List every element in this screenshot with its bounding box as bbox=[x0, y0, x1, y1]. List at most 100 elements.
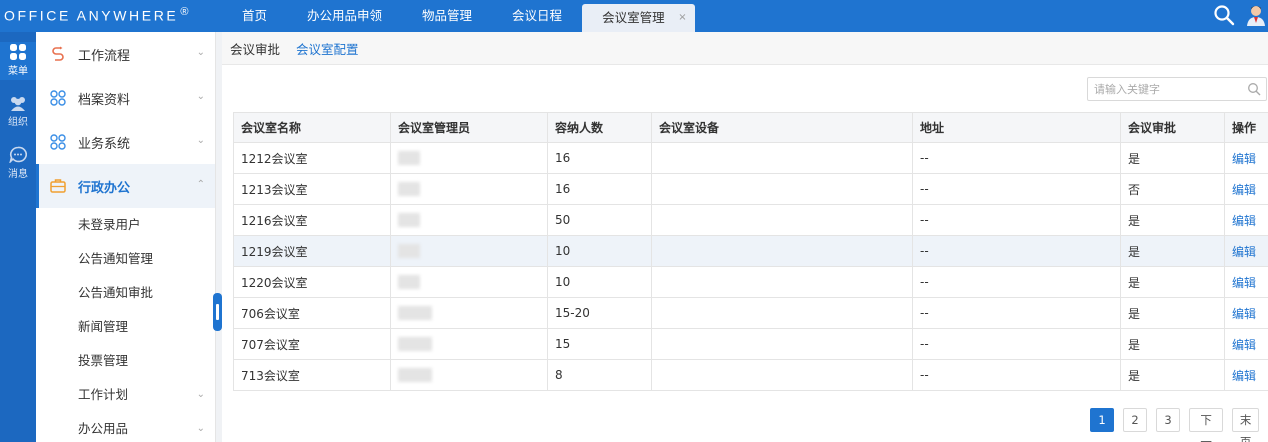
subnav-meeting-room-config[interactable]: 会议室配置 bbox=[296, 39, 359, 58]
table-header-row: 会议室名称 会议室管理员 容纳人数 会议室设备 地址 会议审批 操作 bbox=[233, 112, 1268, 143]
address-cell: -- bbox=[912, 235, 1121, 267]
search-icon[interactable] bbox=[1247, 82, 1261, 96]
edit-link[interactable]: 编辑 bbox=[1232, 183, 1256, 197]
pagination: 1 2 3 下一页 末页 bbox=[1090, 408, 1268, 442]
tab-meeting-room-management[interactable]: 会议室管理 × bbox=[582, 4, 695, 32]
equipment-cell bbox=[651, 328, 913, 360]
approval-cell: 否 bbox=[1120, 173, 1225, 205]
approval-cell: 是 bbox=[1120, 297, 1225, 329]
capacity-cell: 15 bbox=[547, 328, 652, 360]
sidebar-item-label: 行政办公 bbox=[78, 180, 131, 196]
tab-office-supplies-request[interactable]: 办公用品申领 bbox=[287, 0, 402, 32]
redacted-block bbox=[398, 306, 432, 321]
address-cell: -- bbox=[912, 328, 1121, 360]
room-admin-cell bbox=[390, 142, 548, 174]
tab-meeting-schedule[interactable]: 会议日程 bbox=[492, 0, 582, 32]
column-header[interactable]: 地址 bbox=[912, 112, 1121, 143]
room-name-cell: 1216会议室 bbox=[233, 204, 391, 236]
room-name-cell: 1213会议室 bbox=[233, 173, 391, 205]
equipment-cell bbox=[651, 235, 913, 267]
action-cell: 编辑 bbox=[1224, 235, 1268, 267]
edit-link[interactable]: 编辑 bbox=[1232, 338, 1256, 352]
top-tabs: 首页 办公用品申领 物品管理 会议日程 会议室管理 × bbox=[222, 0, 695, 32]
redacted-block bbox=[398, 368, 432, 383]
sidebar-subitem-office-supplies[interactable]: 办公用品 ⌄ bbox=[36, 412, 215, 442]
sidebar-subitem-label: 办公用品 bbox=[78, 421, 129, 436]
chevron-down-icon: ⌄ bbox=[196, 389, 205, 400]
approval-cell: 是 bbox=[1120, 204, 1225, 236]
sidebar-item-administration[interactable]: 行政办公 ⌃ bbox=[36, 164, 215, 208]
column-header[interactable]: 会议室名称 bbox=[233, 112, 391, 143]
edit-link[interactable]: 编辑 bbox=[1232, 152, 1256, 166]
sidebar-subitem-vote-management[interactable]: 投票管理 bbox=[36, 344, 215, 378]
table-row[interactable]: 1213会议室 16 -- 否 编辑 bbox=[233, 173, 1268, 205]
capacity-cell: 10 bbox=[547, 235, 652, 267]
tab-item-management[interactable]: 物品管理 bbox=[402, 0, 492, 32]
close-icon[interactable]: × bbox=[678, 4, 686, 31]
table-row[interactable]: 1220会议室 10 -- 是 编辑 bbox=[233, 266, 1268, 298]
table-row[interactable]: 713会议室 8 -- 是 编辑 bbox=[233, 359, 1268, 391]
page-button-2[interactable]: 2 bbox=[1123, 408, 1147, 432]
sidebar-collapse-handle[interactable] bbox=[213, 293, 222, 331]
grid-icon bbox=[10, 44, 26, 60]
page-button-3[interactable]: 3 bbox=[1156, 408, 1180, 432]
equipment-cell bbox=[651, 297, 913, 329]
column-header[interactable]: 会议审批 bbox=[1120, 112, 1225, 143]
sidebar-item-business-system[interactable]: 业务系统 ⌄ bbox=[36, 120, 215, 164]
last-page-button[interactable]: 末页 bbox=[1232, 408, 1259, 442]
rail-label: 消息 bbox=[8, 169, 28, 180]
edit-link[interactable]: 编辑 bbox=[1232, 307, 1256, 321]
edit-link[interactable]: 编辑 bbox=[1232, 245, 1256, 259]
room-name-cell: 713会议室 bbox=[233, 359, 391, 391]
sidebar-subitem-news-management[interactable]: 新闻管理 bbox=[36, 310, 215, 344]
next-page-button[interactable]: 下一页 bbox=[1189, 408, 1224, 442]
edit-link[interactable]: 编辑 bbox=[1232, 276, 1256, 290]
redacted-block bbox=[398, 151, 420, 166]
main-content: 会议审批 会议室配置 会议室名称 会议室管理员 容纳人数 会议室设备 地址 会议… bbox=[222, 32, 1268, 442]
equipment-cell bbox=[651, 266, 913, 298]
tab-home[interactable]: 首页 bbox=[222, 0, 287, 32]
sidebar-subitem-label: 工作计划 bbox=[78, 387, 129, 402]
search-input[interactable] bbox=[1088, 78, 1238, 100]
people-icon bbox=[11, 97, 25, 111]
equipment-cell bbox=[651, 173, 913, 205]
sidebar: 工作流程 ⌄ 档案资料 ⌄ 业务系统 ⌄ 行政办公 ⌃ 未登录用户 公告通知管理… bbox=[36, 32, 216, 442]
search-icon[interactable] bbox=[1213, 4, 1235, 26]
sub-navigation: 会议审批 会议室配置 bbox=[222, 32, 1268, 65]
table-row[interactable]: 707会议室 15 -- 是 编辑 bbox=[233, 328, 1268, 360]
subnav-meeting-approval[interactable]: 会议审批 bbox=[230, 39, 280, 58]
column-header[interactable]: 操作 bbox=[1224, 112, 1268, 143]
room-name-cell: 1220会议室 bbox=[233, 266, 391, 298]
table-row[interactable]: 1216会议室 50 -- 是 编辑 bbox=[233, 204, 1268, 236]
sidebar-subitem-unlogged-users[interactable]: 未登录用户 bbox=[36, 208, 215, 242]
edit-link[interactable]: 编辑 bbox=[1232, 214, 1256, 228]
avatar[interactable] bbox=[1246, 4, 1266, 26]
rail-item-menu[interactable]: 菜单 bbox=[0, 42, 36, 80]
sidebar-subitem-notice-approval[interactable]: 公告通知审批 bbox=[36, 276, 215, 310]
approval-cell: 是 bbox=[1120, 328, 1225, 360]
table-row[interactable]: 1219会议室 10 -- 是 编辑 bbox=[233, 235, 1268, 267]
action-cell: 编辑 bbox=[1224, 142, 1268, 174]
tab-label: 会议室管理 bbox=[602, 10, 665, 25]
column-header[interactable]: 会议室管理员 bbox=[390, 112, 548, 143]
column-header[interactable]: 会议室设备 bbox=[651, 112, 913, 143]
room-name-cell: 1212会议室 bbox=[233, 142, 391, 174]
address-cell: -- bbox=[912, 142, 1121, 174]
table-row[interactable]: 706会议室 15-20 -- 是 编辑 bbox=[233, 297, 1268, 329]
briefcase-icon bbox=[50, 179, 66, 193]
chat-icon bbox=[9, 146, 27, 163]
sidebar-subitem-notice-management[interactable]: 公告通知管理 bbox=[36, 242, 215, 276]
sidebar-item-workflow[interactable]: 工作流程 ⌄ bbox=[36, 32, 215, 76]
sidebar-subitem-work-plan[interactable]: 工作计划 ⌄ bbox=[36, 378, 215, 412]
equipment-cell bbox=[651, 359, 913, 391]
sidebar-item-archives[interactable]: 档案资料 ⌄ bbox=[36, 76, 215, 120]
edit-link[interactable]: 编辑 bbox=[1232, 369, 1256, 383]
rail-item-messages[interactable]: 消息 bbox=[0, 146, 36, 180]
approval-cell: 是 bbox=[1120, 235, 1225, 267]
rail-label: 组织 bbox=[8, 117, 28, 128]
rail-item-organization[interactable]: 组织 bbox=[0, 96, 36, 128]
column-header[interactable]: 容纳人数 bbox=[547, 112, 652, 143]
action-cell: 编辑 bbox=[1224, 359, 1268, 391]
table-row[interactable]: 1212会议室 16 -- 是 编辑 bbox=[233, 142, 1268, 174]
page-button-1[interactable]: 1 bbox=[1090, 408, 1114, 432]
